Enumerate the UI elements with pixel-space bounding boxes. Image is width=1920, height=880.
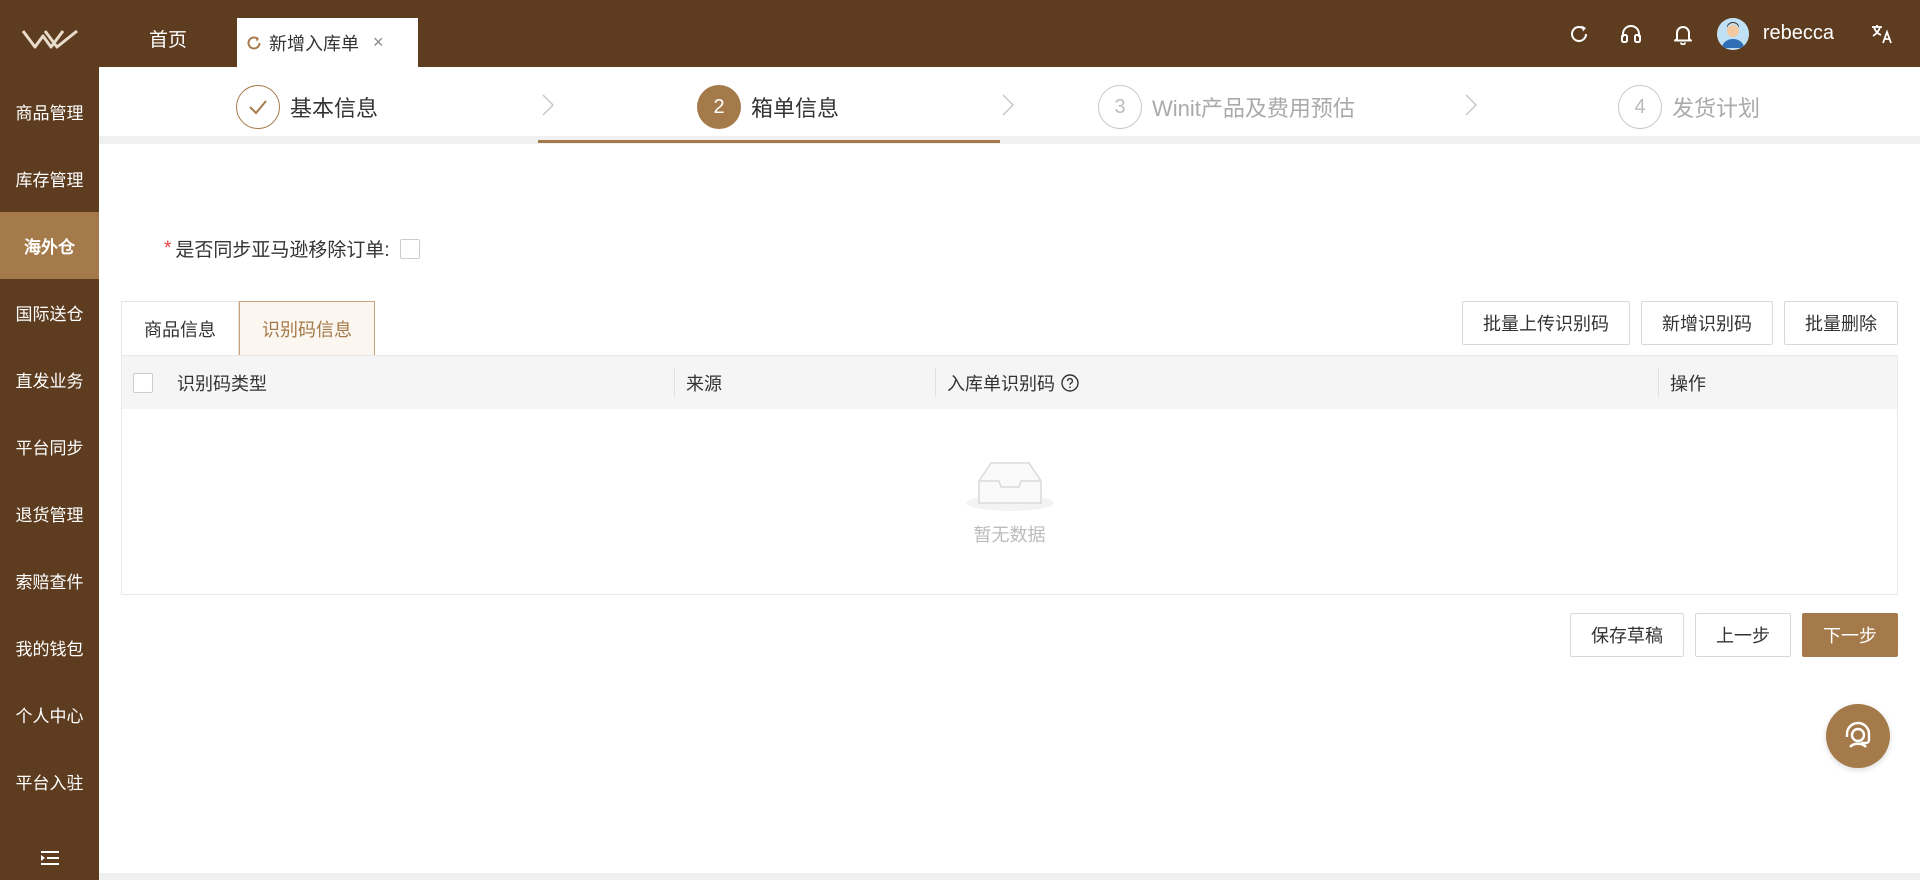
next-step-button[interactable]: 下一步 <box>1802 613 1898 657</box>
tab-refresh-icon[interactable] <box>245 34 263 52</box>
column-header-code-type: 识别码类型 <box>177 373 267 394</box>
sidebar-item-overseas-warehouse[interactable]: 海外仓 <box>0 212 99 279</box>
sidebar-item-wallet[interactable]: 我的钱包 <box>0 614 99 681</box>
select-all-cell <box>133 356 153 409</box>
step-number: 3 <box>1098 85 1142 129</box>
batch-delete-button[interactable]: 批量删除 <box>1784 301 1898 345</box>
amazon-sync-checkbox[interactable] <box>399 238 420 259</box>
avatar-icon <box>1716 17 1749 50</box>
close-icon[interactable]: × <box>373 32 384 53</box>
help-icon[interactable] <box>1061 373 1079 392</box>
sidebar: 商品管理 库存管理 海外仓 国际送仓 直发业务 平台同步 退货管理 索赔查件 我… <box>0 0 99 880</box>
step-label: 基本信息 <box>290 96 379 121</box>
sidebar-collapse-button[interactable] <box>0 850 99 866</box>
save-draft-button[interactable]: 保存草稿 <box>1570 613 1684 657</box>
brand-logo[interactable] <box>0 0 99 78</box>
collapse-menu-icon <box>40 851 59 865</box>
step-winit-product-estimate[interactable]: 3 Winit产品及费用预估 <box>1098 85 1355 129</box>
empty-text: 暂无数据 <box>973 525 1046 545</box>
table-toolbar: 批量上传识别码 新增识别码 批量删除 <box>1462 301 1898 345</box>
step-basic-info[interactable]: 基本信息 <box>236 85 378 129</box>
column-header-label: 入库单识别码 <box>947 373 1055 394</box>
amazon-sync-field: * 是否同步亚马逊移除订单: <box>164 235 420 262</box>
username: rebecca <box>1762 22 1834 44</box>
table-header: 识别码类型 来源 入库单识别码 操作 <box>122 356 1897 409</box>
previous-step-button[interactable]: 上一步 <box>1695 613 1791 657</box>
required-mark: * <box>164 237 172 259</box>
sidebar-item-profile[interactable]: 个人中心 <box>0 681 99 748</box>
sidebar-item-platform-onboarding[interactable]: 平台入驻 <box>0 748 99 815</box>
step-label: 发货计划 <box>1672 96 1761 121</box>
column-divider <box>1658 368 1659 397</box>
refresh-icon <box>1570 25 1587 42</box>
tab-product-info[interactable]: 商品信息 <box>121 301 239 355</box>
user-menu[interactable]: rebecca <box>1716 17 1834 50</box>
step-number: 4 <box>1618 85 1662 129</box>
step-label: Winit产品及费用预估 <box>1152 96 1355 121</box>
step-shipping-plan[interactable]: 4 发货计划 <box>1618 85 1760 129</box>
sidebar-item-intl-delivery[interactable]: 国际送仓 <box>0 279 99 346</box>
logo-icon <box>21 29 78 49</box>
amazon-sync-label: 是否同步亚马逊移除订单: <box>175 240 390 261</box>
chevron-right-icon <box>1465 94 1478 116</box>
sidebar-item-platform-sync[interactable]: 平台同步 <box>0 413 99 480</box>
support-headset-button[interactable] <box>1605 0 1657 67</box>
avatar <box>1716 17 1749 50</box>
column-divider <box>935 368 936 397</box>
refresh-button[interactable] <box>1553 0 1605 67</box>
column-header-inbound-code: 入库单识别码 <box>947 356 1079 409</box>
notifications-button[interactable] <box>1657 0 1709 67</box>
step-number: 2 <box>697 85 741 129</box>
sidebar-item-claims[interactable]: 索赔查件 <box>0 547 99 614</box>
headset-icon <box>1620 24 1641 43</box>
current-step-underline <box>538 140 1000 143</box>
identifier-table: 识别码类型 来源 入库单识别码 操作 暂无数据 <box>121 355 1898 595</box>
chevron-right-icon <box>542 94 555 116</box>
main-content: 基本信息 2 箱单信息 3 Winit产品及费用预估 4 发货计划 * 是否同步… <box>99 67 1920 873</box>
tab-new-inbound-order[interactable]: 新增入库单 × <box>237 18 418 67</box>
column-header-source: 来源 <box>686 373 722 394</box>
batch-upload-codes-button[interactable]: 批量上传识别码 <box>1462 301 1630 345</box>
column-header-actions: 操作 <box>1670 373 1706 394</box>
bell-icon <box>1673 25 1692 45</box>
column-divider <box>674 368 675 397</box>
footer-actions: 保存草稿 上一步 下一步 <box>1570 613 1898 657</box>
translate-icon <box>1872 24 1892 43</box>
tab-identifier-info[interactable]: 识别码信息 <box>239 301 375 355</box>
sidebar-item-returns[interactable]: 退货管理 <box>0 480 99 547</box>
language-button[interactable] <box>1856 0 1908 67</box>
select-all-checkbox[interactable] <box>133 372 153 393</box>
sidebar-item-product[interactable]: 商品管理 <box>0 78 99 145</box>
customer-service-icon <box>1845 721 1871 748</box>
step-label: 箱单信息 <box>751 96 840 121</box>
empty-state: 暂无数据 <box>122 409 1897 595</box>
add-code-button[interactable]: 新增识别码 <box>1641 301 1773 345</box>
top-bar: 首页 新增入库单 × rebecca <box>99 0 1920 67</box>
tab-label: 新增入库单 <box>269 33 359 54</box>
sidebar-item-inventory[interactable]: 库存管理 <box>0 145 99 212</box>
subtabs: 商品信息 识别码信息 <box>121 301 375 355</box>
step-packing-list[interactable]: 2 箱单信息 <box>697 85 839 129</box>
check-icon <box>236 85 280 129</box>
chevron-right-icon <box>1002 94 1015 116</box>
steps-bar: 基本信息 2 箱单信息 3 Winit产品及费用预估 4 发货计划 <box>99 67 1920 144</box>
empty-inbox-icon <box>965 462 1054 511</box>
customer-service-button[interactable] <box>1826 704 1890 768</box>
sidebar-item-direct-shipping[interactable]: 直发业务 <box>0 346 99 413</box>
tab-home[interactable]: 首页 <box>149 25 187 52</box>
